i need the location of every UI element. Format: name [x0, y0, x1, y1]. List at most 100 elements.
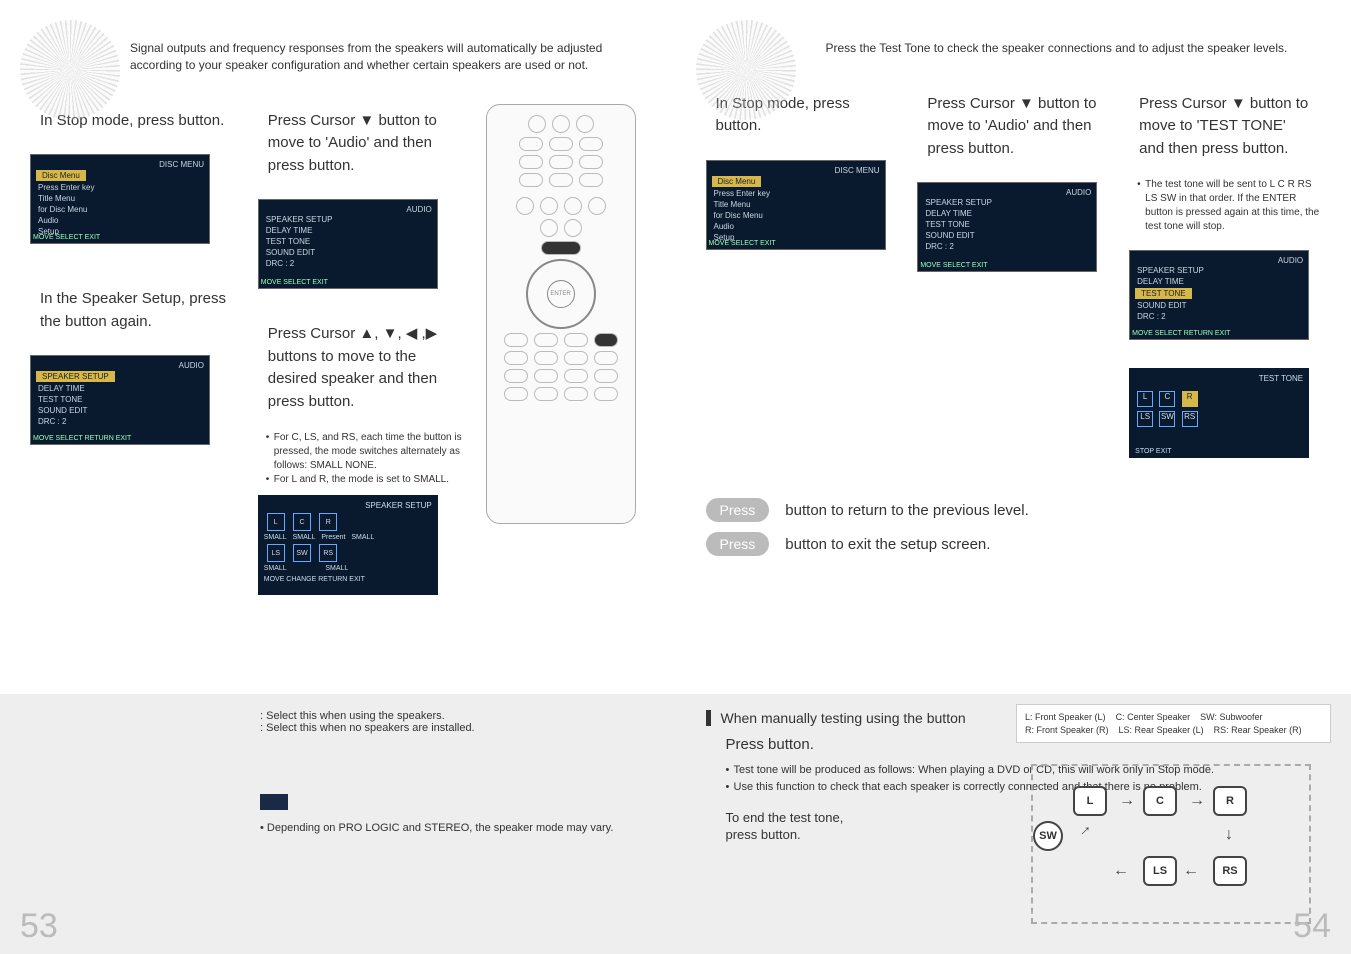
osd-title: AUDIO	[1135, 256, 1303, 265]
remote-control-illustration: ENTER	[486, 104, 636, 524]
osd-bar: STOP EXIT	[1135, 448, 1303, 455]
bullet-item: For L and R, the mode is set to SMALL.	[266, 473, 466, 487]
osd-label: SMALL	[293, 534, 316, 541]
legend-item: L: Front Speaker (L)	[1025, 712, 1106, 722]
legend-item: C: Center Speaker	[1116, 712, 1191, 722]
flow-box-l: L	[1073, 786, 1107, 816]
skip-fwd-icon	[588, 197, 606, 215]
speaker-box-icon: LS	[267, 544, 285, 562]
dpad-icon: ENTER	[526, 259, 596, 329]
flow-box-r: R	[1213, 786, 1247, 816]
osd-row: DRC : 2	[264, 258, 432, 269]
osd-title: AUDIO	[264, 205, 432, 214]
osd-bar: MOVE SELECT RETURN EXIT	[33, 435, 207, 442]
osd-row: SOUND EDIT	[36, 405, 204, 416]
note-select-using: : Select this when using the speakers.	[260, 710, 445, 722]
osd-title: SPEAKER SETUP	[264, 501, 432, 510]
play-pause-icon	[564, 197, 582, 215]
osd-row: DRC : 2	[36, 416, 204, 427]
note-band-left: : Select this when using the speakers. :…	[0, 694, 676, 954]
speaker-box-icon: SW	[1159, 411, 1175, 427]
osd-bar: MOVE SELECT EXIT	[33, 234, 207, 241]
remote-button	[564, 369, 588, 383]
flow-box-rs: RS	[1213, 856, 1247, 886]
speaker-box-icon: C	[293, 513, 311, 531]
osd-title: DISC MENU	[712, 166, 880, 175]
osd-audio-speaker-setup: AUDIO SPEAKER SETUP DELAY TIME TEST TONE…	[30, 355, 210, 445]
step-2-text: Press Cursor ▼ button to move to 'Audio'…	[917, 87, 1109, 167]
osd-row: SPEAKER SETUP	[923, 197, 1091, 208]
arrow-left-icon: ←	[1183, 862, 1199, 880]
decorative-spiral-icon	[20, 20, 120, 120]
legend-item: SW: Subwoofer	[1200, 712, 1262, 722]
osd-row: Press Enter key	[36, 182, 204, 193]
legend-item: R: Front Speaker (R)	[1025, 725, 1109, 735]
remote-button	[504, 387, 528, 401]
osd-title: TEST TONE	[1135, 374, 1303, 383]
remote-button	[519, 155, 543, 169]
osd-bar: MOVE SELECT RETURN EXIT	[1132, 330, 1306, 337]
vol-icon	[564, 219, 582, 237]
bullet-item: For C, LS, and RS, each time the button …	[266, 431, 466, 473]
page-number: 53	[20, 907, 58, 946]
stop-icon	[540, 197, 558, 215]
osd-row: SPEAKER SETUP	[1135, 265, 1303, 276]
remote-button	[564, 387, 588, 401]
step-2-text: Press Cursor ▼ button to move to 'Audio'…	[258, 104, 466, 184]
osd-bar: MOVE CHANGE RETURN EXIT	[264, 576, 432, 583]
flow-box-c: C	[1143, 786, 1177, 816]
enter-button-icon: ENTER	[547, 280, 575, 308]
osd-label: SMALL	[264, 534, 287, 541]
remote-button	[534, 333, 558, 347]
arrow-down-icon: ↓	[1225, 826, 1233, 844]
remote-button	[504, 351, 528, 365]
osd-disc-menu: DISC MENU Disc Menu Press Enter key Titl…	[30, 154, 210, 244]
osd-bar: MOVE SELECT EXIT	[709, 240, 883, 247]
remote-button	[519, 137, 543, 151]
remote-button	[504, 333, 528, 347]
note-icon	[260, 794, 288, 810]
osd-row: TEST TONE	[923, 219, 1091, 230]
osd-row: for Disc Menu	[36, 204, 204, 215]
receiver-icon	[576, 115, 594, 133]
osd-row: SPEAKER SETUP	[264, 214, 432, 225]
page-54: Press the Test Tone to check the speaker…	[676, 0, 1351, 954]
remote-button	[579, 173, 603, 187]
note-select-none: : Select this when no speakers are insta…	[260, 722, 475, 734]
remote-button	[549, 173, 573, 187]
remote-button	[534, 387, 558, 401]
press-pill: Press	[706, 498, 770, 522]
remote-button	[534, 369, 558, 383]
osd-label: SMALL	[325, 565, 348, 572]
intro-text: Signal outputs and frequency responses f…	[130, 40, 646, 74]
osd-audio-testtone: AUDIO SPEAKER SETUP DELAY TIME TEST TONE…	[1129, 250, 1309, 340]
osd-row: DRC : 2	[923, 241, 1091, 252]
remote-button	[549, 137, 573, 151]
osd-row: SOUND EDIT	[923, 230, 1091, 241]
arrow-right-icon: →	[1189, 792, 1205, 810]
osd-row: Title Menu	[36, 193, 204, 204]
page-number: 54	[1293, 907, 1331, 946]
remote-button	[519, 173, 543, 187]
arrow-up-icon: ↑	[1076, 822, 1094, 840]
step-4-bullets: For C, LS, and RS, each time the button …	[258, 431, 466, 487]
step-3-bullets: The test tone will be sent to L C R RS L…	[1129, 178, 1321, 234]
speaker-box-icon: C	[1159, 391, 1175, 407]
return-text: button to return to the previous level.	[785, 502, 1028, 519]
speaker-box-icon: L	[267, 513, 285, 531]
remote-button	[594, 387, 618, 401]
osd-speaker-setup-grid: SPEAKER SETUP L C R SMALL SMALL Present …	[258, 495, 438, 595]
osd-title: DISC MENU	[36, 160, 204, 169]
osd-title: AUDIO	[923, 188, 1091, 197]
osd-label: SMALL	[351, 534, 374, 541]
intro-text: Press the Test Tone to check the speaker…	[826, 40, 1322, 57]
speaker-legend: L: Front Speaker (L) C: Center Speaker S…	[1016, 704, 1331, 743]
vol-icon	[540, 219, 558, 237]
remote-button	[534, 351, 558, 365]
osd-audio-menu: AUDIO SPEAKER SETUP DELAY TIME TEST TONE…	[917, 182, 1097, 272]
exit-text: button to exit the setup screen.	[785, 536, 990, 553]
step-3-text: Press Cursor ▼ button to move to 'TEST T…	[1129, 87, 1321, 167]
osd-row: Audio	[712, 221, 880, 232]
osd-row-highlight: SPEAKER SETUP	[36, 371, 115, 382]
osd-row: TEST TONE	[36, 394, 204, 405]
